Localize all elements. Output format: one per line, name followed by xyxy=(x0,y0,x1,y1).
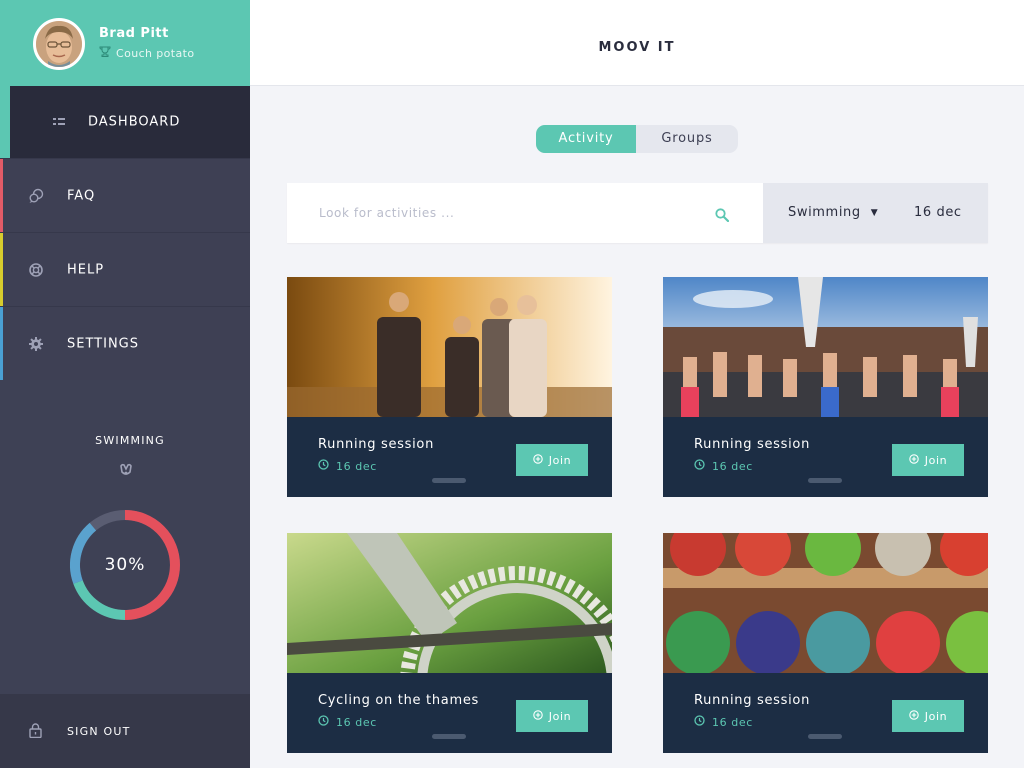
plus-circle-icon xyxy=(533,453,543,467)
card-date: 16 dec xyxy=(694,459,753,473)
card-date: 16 dec xyxy=(318,715,377,729)
activity-photo-bike-chainring xyxy=(287,533,612,673)
card-handle xyxy=(808,734,842,739)
profile-role: Couch potato xyxy=(99,46,195,60)
progress-percent: 30% xyxy=(104,555,146,575)
activity-photo-bowling-balls xyxy=(663,533,988,673)
profile-name: Brad Pitt xyxy=(99,26,169,41)
caret-down-icon: ▼ xyxy=(870,207,879,218)
activity-card[interactable]: Running session 16 dec Join xyxy=(287,277,612,497)
chat-bubbles-icon xyxy=(28,188,44,204)
sign-out-label: SIGN OUT xyxy=(67,725,131,738)
activity-card[interactable]: Running session 16 dec Join xyxy=(663,277,988,497)
nav-item-help[interactable]: HELP xyxy=(0,233,250,307)
swimmer-icon xyxy=(118,462,134,481)
join-label: Join xyxy=(548,709,572,723)
tab-activity[interactable]: Activity xyxy=(536,125,636,153)
nav-item-settings[interactable]: SETTINGS xyxy=(0,307,250,380)
nav-label-faq: FAQ xyxy=(67,188,96,203)
help-color-bar xyxy=(0,233,3,306)
tab-groups[interactable]: Groups xyxy=(636,125,738,153)
profile-header: Brad Pitt Couch potato xyxy=(0,0,250,86)
card-title: Running session xyxy=(694,693,811,708)
activity-photo-outdoor-class xyxy=(663,277,988,417)
card-title: Running session xyxy=(318,437,435,452)
card-date-text: 16 dec xyxy=(712,715,753,729)
card-date-text: 16 dec xyxy=(712,459,753,473)
card-title: Running session xyxy=(694,437,811,452)
app-brand: MOOV IT xyxy=(598,40,676,55)
category-value: Swimming xyxy=(788,205,861,220)
search-icon[interactable] xyxy=(715,207,730,226)
card-date-text: 16 dec xyxy=(336,459,377,473)
nav-item-faq[interactable]: FAQ xyxy=(0,159,250,233)
join-button[interactable]: Join xyxy=(892,444,964,476)
join-label: Join xyxy=(924,453,948,467)
card-title: Cycling on the thames xyxy=(318,693,479,708)
clock-icon xyxy=(318,715,329,729)
top-header: MOOV IT xyxy=(250,0,1024,86)
join-button[interactable]: Join xyxy=(892,700,964,732)
clock-icon xyxy=(694,459,705,473)
card-handle xyxy=(808,478,842,483)
join-label: Join xyxy=(924,709,948,723)
sign-out-button[interactable]: SIGN OUT xyxy=(0,694,250,768)
activity-card[interactable]: Running session 16 dec Join xyxy=(663,533,988,753)
join-button[interactable]: Join xyxy=(516,444,588,476)
gear-icon xyxy=(28,336,44,352)
search-bar: Swimming ▼ 16 dec xyxy=(287,183,988,243)
activity-stats-panel: SWIMMING 30% xyxy=(0,380,250,694)
view-toggle: Activity Groups xyxy=(536,125,738,153)
nav-item-dashboard[interactable]: DASHBOARD xyxy=(0,86,250,159)
clock-icon xyxy=(694,715,705,729)
card-date: 16 dec xyxy=(318,459,377,473)
filter-panel: Swimming ▼ 16 dec xyxy=(763,183,988,243)
stats-title: SWIMMING xyxy=(95,434,165,447)
plus-circle-icon xyxy=(533,709,543,723)
card-handle xyxy=(432,478,466,483)
card-date-text: 16 dec xyxy=(336,715,377,729)
activity-photo-business-runners xyxy=(287,277,612,417)
join-label: Join xyxy=(548,453,572,467)
settings-color-bar xyxy=(0,307,3,380)
nav-label-dashboard: DASHBOARD xyxy=(88,114,181,130)
search-input[interactable] xyxy=(287,183,763,243)
faq-color-bar xyxy=(0,159,3,232)
clock-icon xyxy=(318,459,329,473)
category-select[interactable]: Swimming ▼ xyxy=(788,205,878,220)
trophy-icon xyxy=(99,46,111,60)
plus-circle-icon xyxy=(909,453,919,467)
nav-label-settings: SETTINGS xyxy=(67,336,140,351)
list-icon xyxy=(51,114,67,130)
active-indicator xyxy=(0,86,10,158)
lifebuoy-icon xyxy=(28,262,44,278)
sidebar: Brad Pitt Couch potato DASHBOARD FAQ HEL… xyxy=(0,0,250,768)
activity-card[interactable]: Cycling on the thames 16 dec Join xyxy=(287,533,612,753)
join-button[interactable]: Join xyxy=(516,700,588,732)
card-handle xyxy=(432,734,466,739)
avatar[interactable] xyxy=(33,18,85,70)
nav-label-help: HELP xyxy=(67,262,105,277)
lock-icon xyxy=(29,723,42,742)
date-filter[interactable]: 16 dec xyxy=(914,205,962,220)
plus-circle-icon xyxy=(909,709,919,723)
card-date: 16 dec xyxy=(694,715,753,729)
profile-role-text: Couch potato xyxy=(116,46,195,60)
